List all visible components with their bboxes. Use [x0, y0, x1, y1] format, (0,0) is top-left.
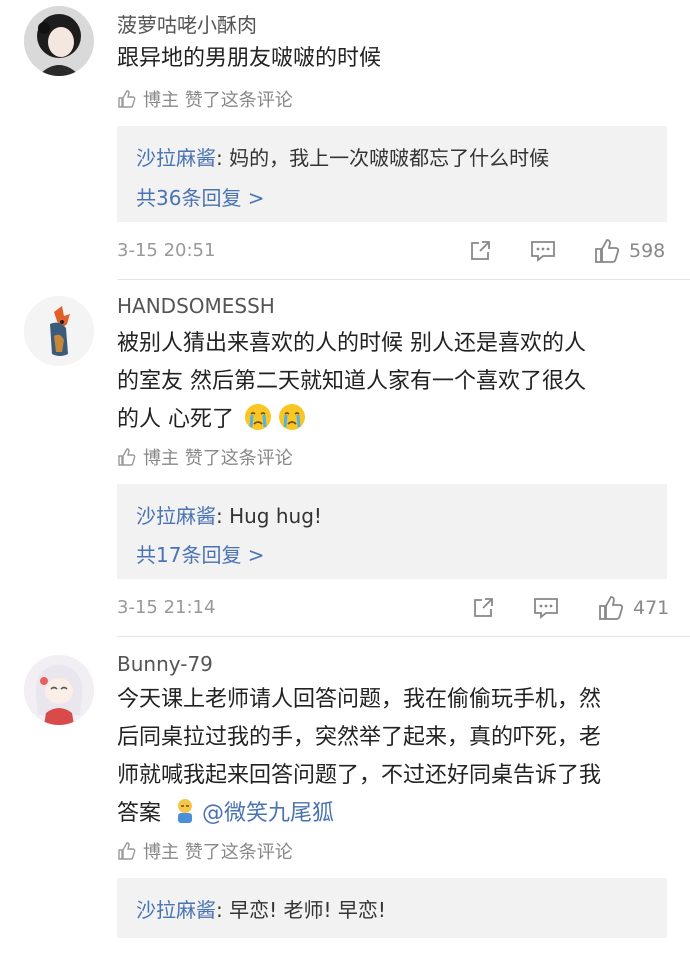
reply-box[interactable]: 沙拉麻酱: Hug hug! 共17条回复 >	[117, 484, 667, 579]
reply-author[interactable]: 沙拉麻酱	[136, 146, 216, 170]
more-replies-link[interactable]: 共36条回复 >	[136, 182, 265, 211]
comment-text: 今天课上老师请人回答问题，我在偷偷玩手机，然 后同桌拉过我的手，突然举了起来，真…	[117, 681, 674, 833]
share-icon[interactable]	[471, 596, 495, 620]
text-line: 的室友 然后第二天就知道人家有一个喜欢了很久	[117, 369, 586, 394]
comment-text: 被别人猜出来喜欢的人的时候 别人还是喜欢的人 的室友 然后第二天就知道人家有一个…	[117, 325, 674, 439]
text-line: 师就喊我起来回答问题了，不过还好同桌告诉了我	[117, 763, 602, 788]
comment-icon[interactable]	[533, 596, 559, 620]
thumb-up-icon	[599, 596, 624, 620]
crying-emoji-icon	[245, 404, 271, 430]
blogger-liked: 博主 赞了这条评论	[117, 838, 293, 864]
thumb-up-icon	[118, 842, 136, 860]
reply-text: : 妈的，我上一次啵啵都忘了什么时候	[216, 146, 550, 170]
blogger-liked: 博主 赞了这条评论	[117, 86, 293, 112]
comment-icon[interactable]	[530, 239, 556, 263]
avatar[interactable]	[24, 6, 94, 76]
username[interactable]: HANDSOMESSH	[117, 294, 275, 318]
liked-label: 博主 赞了这条评论	[143, 842, 293, 863]
mention-link[interactable]: @微笑九尾狐	[202, 801, 334, 826]
reply-text: : Hug hug!	[216, 504, 322, 528]
text-line-last: 的人 心死了	[117, 401, 674, 439]
liked-label: 博主 赞了这条评论	[143, 448, 293, 469]
like-button[interactable]	[597, 594, 625, 622]
reply-text: : 早恋! 老师! 早恋!	[216, 898, 386, 922]
comment-text: 跟异地的男朋友啵啵的时候	[117, 46, 382, 71]
username[interactable]: Bunny-79	[117, 652, 213, 676]
liked-label: 博主 赞了这条评论	[143, 90, 293, 111]
reply-author[interactable]: 沙拉麻酱	[136, 504, 216, 528]
share-icon[interactable]	[468, 239, 492, 263]
blogger-liked: 博主 赞了这条评论	[117, 444, 293, 470]
more-replies-link[interactable]: 共17条回复 >	[136, 539, 265, 568]
thumb-up-icon	[118, 90, 136, 108]
username[interactable]: 菠萝咕咾小酥肉	[117, 9, 257, 38]
reply-line: 沙拉麻酱: 早恋! 老师! 早恋!	[136, 894, 386, 923]
like-count: 471	[633, 597, 670, 619]
divider	[117, 279, 690, 280]
reply-line: 沙拉麻酱: 妈的，我上一次啵啵都忘了什么时候	[136, 142, 549, 171]
crying-emoji-icon	[279, 404, 305, 430]
reply-box[interactable]: 沙拉麻酱: 妈的，我上一次啵啵都忘了什么时候 共36条回复 >	[117, 126, 667, 222]
text-line: 今天课上老师请人回答问题，我在偷偷玩手机，然	[117, 687, 602, 712]
reply-author[interactable]: 沙拉麻酱	[136, 898, 216, 922]
avatar[interactable]	[24, 296, 94, 366]
reply-box[interactable]: 沙拉麻酱: 早恋! 老师! 早恋!	[117, 878, 667, 938]
avatar[interactable]	[24, 655, 94, 725]
sleepy-emoji-icon	[178, 799, 193, 823]
divider	[117, 636, 690, 637]
text-line: 被别人猜出来喜欢的人的时候 别人还是喜欢的人	[117, 331, 586, 356]
timestamp: 3-15 21:14	[117, 597, 216, 618]
like-count: 598	[629, 240, 666, 262]
reply-line: 沙拉麻酱: Hug hug!	[136, 500, 322, 529]
like-button[interactable]	[593, 237, 621, 265]
text-line: 后同桌拉过我的手，突然举了起来，真的吓死，老	[117, 725, 602, 750]
timestamp: 3-15 20:51	[117, 240, 216, 261]
text-line-last: 答案 @微笑九尾狐	[117, 795, 674, 833]
thumb-up-icon	[118, 448, 136, 466]
thumb-up-icon	[595, 239, 620, 263]
